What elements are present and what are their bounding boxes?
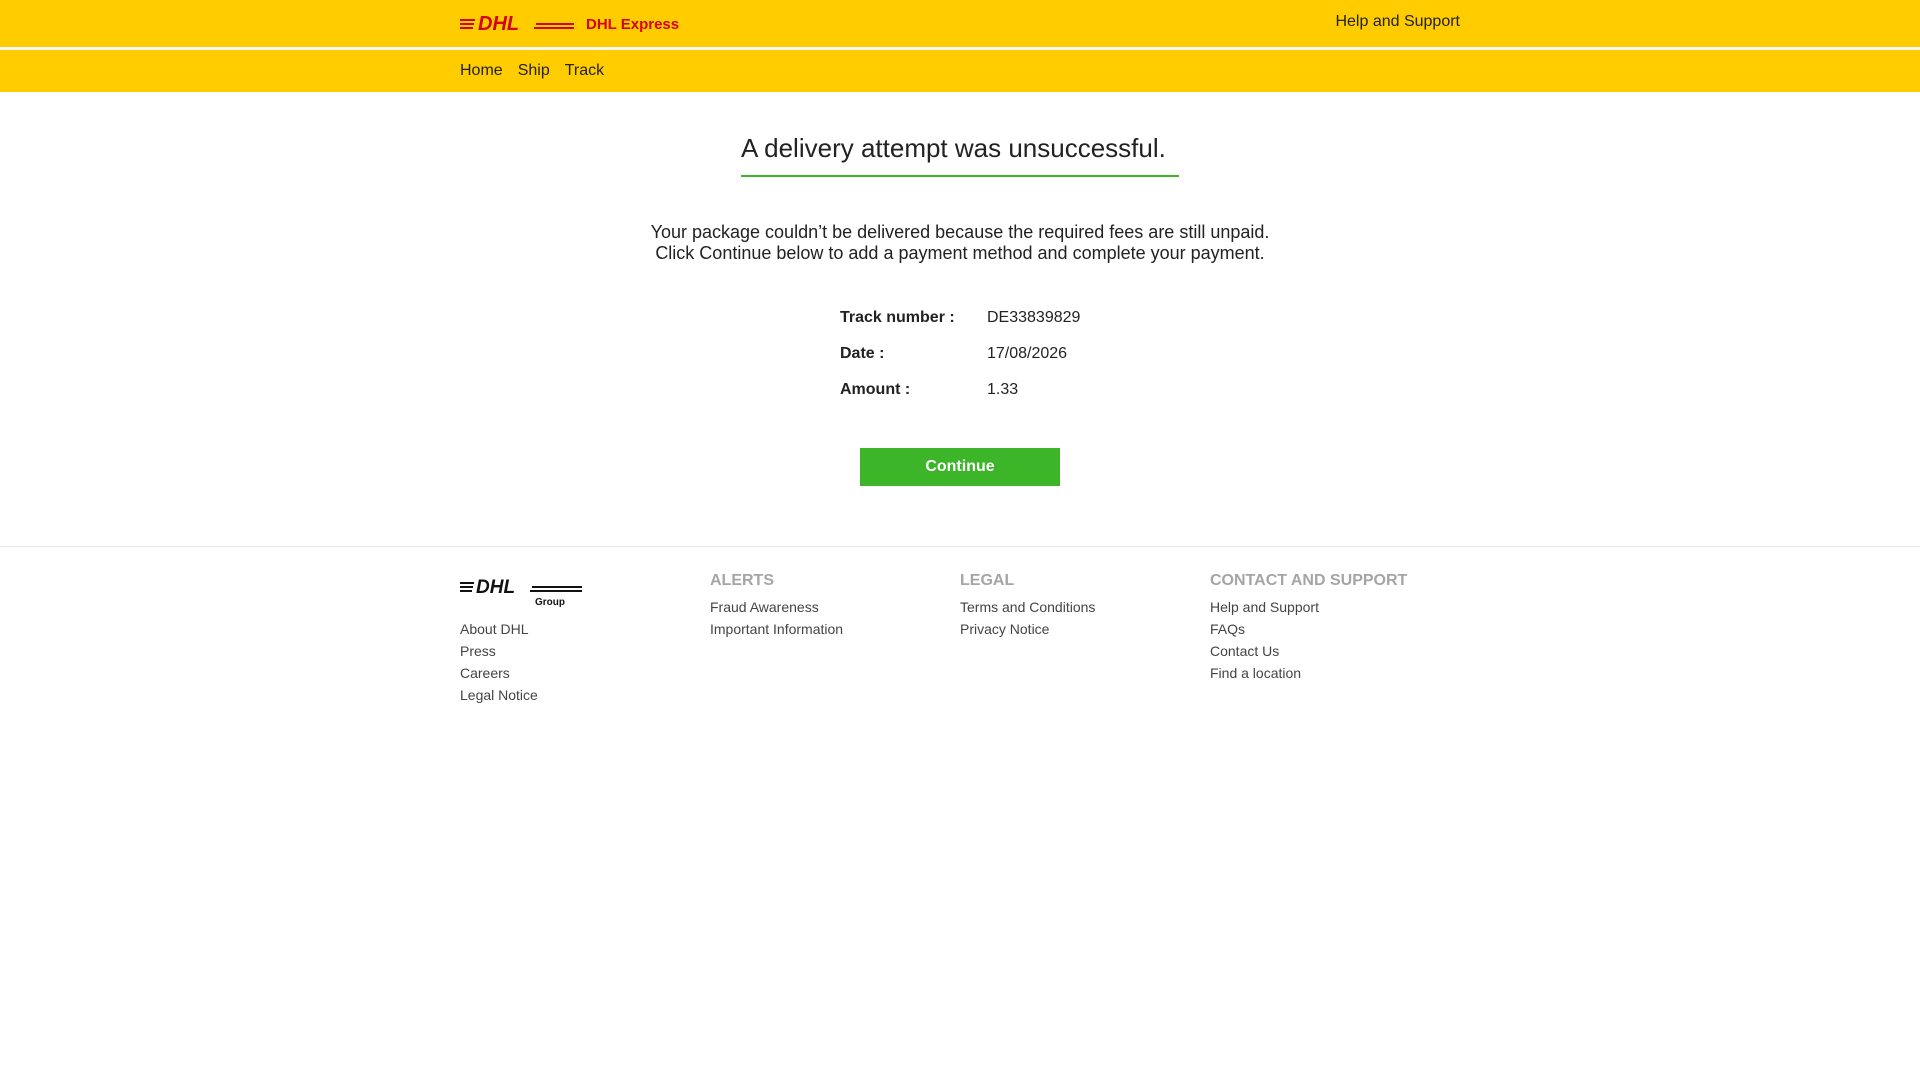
main-nav: Home Ship Track (460, 62, 604, 80)
footer-link-important-information[interactable]: Important Information (710, 618, 950, 640)
main-content: A delivery attempt was unsuccessful. You… (0, 92, 1920, 264)
nav-bar: Home Ship Track (0, 50, 1920, 92)
title-underline: A delivery attempt was unsuccessful. (741, 133, 1179, 177)
svg-text:DHL: DHL (478, 13, 519, 34)
amount-label: Amount : (840, 381, 911, 398)
footer-link-privacy[interactable]: Privacy Notice (960, 618, 1200, 640)
footer-link-help[interactable]: Help and Support (1210, 596, 1460, 618)
date-label: Date : (840, 345, 885, 362)
svg-text:DHL: DHL (476, 577, 515, 598)
continue-button[interactable]: Continue (860, 448, 1060, 486)
dhl-group-logo[interactable]: DHL Group (460, 572, 582, 608)
footer-link-find-location[interactable]: Find a location (1210, 662, 1460, 684)
notice-message: Your package couldn’t be delivered becau… (0, 222, 1920, 264)
detail-row-date: Date : 17/08/2026 (840, 336, 1080, 372)
footer-col-dhl: DHL Group About DHL Press Careers Legal … (460, 572, 700, 706)
footer-link-contact-us[interactable]: Contact Us (1210, 640, 1460, 662)
nav-home[interactable]: Home (460, 62, 503, 80)
nav-track[interactable]: Track (565, 62, 604, 80)
track-number-label: Track number : (840, 309, 955, 326)
amount-value: 1.33 (987, 381, 1019, 398)
footer-link-about[interactable]: About DHL (460, 618, 700, 640)
footer-col-alerts: ALERTS Fraud Awareness Important Informa… (710, 572, 950, 640)
top-header: DHL DHL Express Help and Support (0, 0, 1920, 47)
group-label: Group (535, 597, 565, 608)
dhl-express-logo[interactable]: DHL DHL Express (460, 10, 680, 34)
nav-ship[interactable]: Ship (518, 62, 550, 80)
page-title: A delivery attempt was unsuccessful. (741, 133, 1166, 163)
shipment-details: Track number : DE33839829 Date : 17/08/2… (840, 300, 1080, 408)
notice-line-1: Your package couldn’t be delivered becau… (650, 222, 1270, 242)
notice-line-2: Click Continue below to add a payment me… (655, 243, 1265, 263)
track-number-value: DE33839829 (987, 309, 1081, 326)
footer-heading-legal: LEGAL (960, 572, 1015, 589)
footer-link-legal-notice[interactable]: Legal Notice (460, 684, 700, 706)
footer-col-legal: LEGAL Terms and Conditions Privacy Notic… (960, 572, 1200, 640)
brand-name: DHL Express (586, 16, 679, 33)
detail-row-track: Track number : DE33839829 (840, 300, 1080, 336)
footer-heading-alerts: ALERTS (710, 572, 774, 589)
footer-heading-contact: CONTACT AND SUPPORT (1210, 572, 1408, 589)
help-and-support-link[interactable]: Help and Support (1335, 13, 1460, 31)
date-value: 17/08/2026 (987, 345, 1068, 362)
footer-link-careers[interactable]: Careers (460, 662, 700, 684)
footer-link-terms[interactable]: Terms and Conditions (960, 596, 1200, 618)
footer-col-contact: CONTACT AND SUPPORT Help and Support FAQ… (1210, 572, 1460, 684)
footer-link-press[interactable]: Press (460, 640, 700, 662)
detail-row-amount: Amount : 1.33 (840, 372, 1080, 408)
footer-divider (0, 546, 1920, 547)
footer-link-fraud-awareness[interactable]: Fraud Awareness (710, 596, 950, 618)
footer-link-faqs[interactable]: FAQs (1210, 618, 1460, 640)
